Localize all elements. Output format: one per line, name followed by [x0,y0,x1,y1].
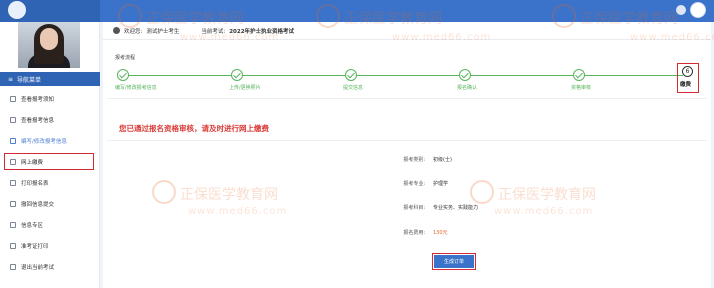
user-info-bar: 欢迎您: 测试护士考生 当前考试: 2022年护士执业资格考试 [103,22,711,40]
menu-icon: ≡ [8,75,14,83]
info-key: 报考类别: [403,157,425,163]
divider [107,140,707,141]
info-value: 专业实务、实践能力 [433,205,479,211]
sidebar-item-label: 查看报考须知 [21,96,55,103]
sidebar-item-label: 撤回信息提交 [21,201,55,208]
sidebar-item-withdraw[interactable]: 撤回信息提交 [0,193,100,214]
step-label: 缴费 [680,82,692,88]
exit-icon [10,263,16,270]
sidebar-item-label: 编写/修改报考信息 [21,138,67,145]
check-icon [231,69,243,81]
main-content: 欢迎您: 测试护士考生 当前考试: 2022年护士执业资格考试 报考流程 编写/… [103,22,711,288]
registration-process: 报考流程 编写/修改报考信息 上传/更换照片 提交信息 报名确认 资格审核 [107,45,707,99]
payment-panel: 您已通过报名资格审核，请及时进行网上缴费 报考类别: 初级(士) 报考专业: 护… [107,112,707,284]
sidebar-item-label: 准考证打印 [21,243,49,250]
logo-icon [8,1,26,19]
step-label: 提交信息 [343,85,364,91]
check-icon [459,69,471,81]
sidebar-item-edit-info[interactable]: 编写/修改报考信息 [0,130,100,151]
info-icon [10,221,16,228]
info-row-subjects: 报考科目: 专业实务、实践能力 [395,204,478,211]
top-bar [0,0,714,22]
brand-area [0,0,100,22]
step-label: 资格审核 [571,85,592,91]
user-avatar-icon[interactable] [690,2,706,18]
step-number: 6 [682,66,693,77]
sidebar-item-label: 退出当前考试 [21,264,55,271]
settings-icon[interactable] [676,5,686,15]
nav-menu-title: 导航菜单 [17,76,42,84]
info-key: 报名费用: [403,230,425,236]
undo-icon [10,200,16,207]
user-name: 测试护士考生 [146,28,180,35]
sidebar-item-view-info[interactable]: 查看报考信息 [0,109,100,130]
info-row-major: 报考专业: 护理学 [395,180,448,187]
ticket-icon [10,242,16,249]
sidebar: ≡ 导航菜单 查看报考须知 查看报考信息 编写/修改报考信息 网上缴费 打印报名… [0,22,100,288]
print-icon [10,179,16,186]
candidate-photo [18,22,80,68]
edit-icon [10,137,16,144]
info-row-fee: 报名费用: 130元 [395,229,448,236]
welcome-label: 欢迎您: [124,28,143,35]
step-label: 上传/更换照片 [229,85,261,91]
sidebar-item-label: 信息专区 [21,222,44,229]
check-icon [345,69,357,81]
check-icon [573,69,585,81]
current-exam-name: 2022年护士执业资格考试 [229,28,295,35]
step-label: 报名确认 [457,85,478,91]
notice-icon [10,95,16,102]
step-payment: 6 缴费 [677,63,699,93]
info-key: 报考科目: [403,205,425,211]
generate-order-button[interactable]: 生成订单 [432,253,476,270]
progress-track [123,75,683,76]
process-title: 报考流程 [115,55,136,61]
step-label: 编写/修改报考信息 [115,85,157,91]
topbar-actions [676,2,706,18]
sidebar-item-online-payment[interactable]: 网上缴费 [2,151,96,172]
info-value: 130元 [433,230,448,236]
document-icon [10,116,16,123]
info-row-category: 报考类别: 初级(士) [395,156,452,163]
sidebar-item-exit-exam[interactable]: 退出当前考试 [0,256,100,277]
check-icon [117,69,129,81]
nav-menu-header: ≡ 导航菜单 [0,72,100,86]
sidebar-item-label: 查看报考信息 [21,117,55,124]
sidebar-item-print-form[interactable]: 打印报名表 [0,172,100,193]
sidebar-item-label: 打印报名表 [21,180,49,187]
payment-icon [10,158,16,165]
sidebar-item-exam-notice[interactable]: 查看报考须知 [0,88,100,109]
sidebar-item-admission-ticket[interactable]: 准考证打印 [0,235,100,256]
info-key: 报考专业: [403,181,425,187]
user-icon [113,27,120,34]
sidebar-item-info-zone[interactable]: 信息专区 [0,214,100,235]
info-value: 初级(士) [433,157,452,163]
sidebar-item-label: 网上缴费 [21,159,44,166]
nav-list: 查看报考须知 查看报考信息 编写/修改报考信息 网上缴费 打印报名表 撤回信息提… [0,88,100,277]
current-exam-label: 当前考试: [201,28,226,35]
audit-passed-notice: 您已通过报名资格审核，请及时进行网上缴费 [119,124,269,133]
info-value: 护理学 [433,181,449,187]
